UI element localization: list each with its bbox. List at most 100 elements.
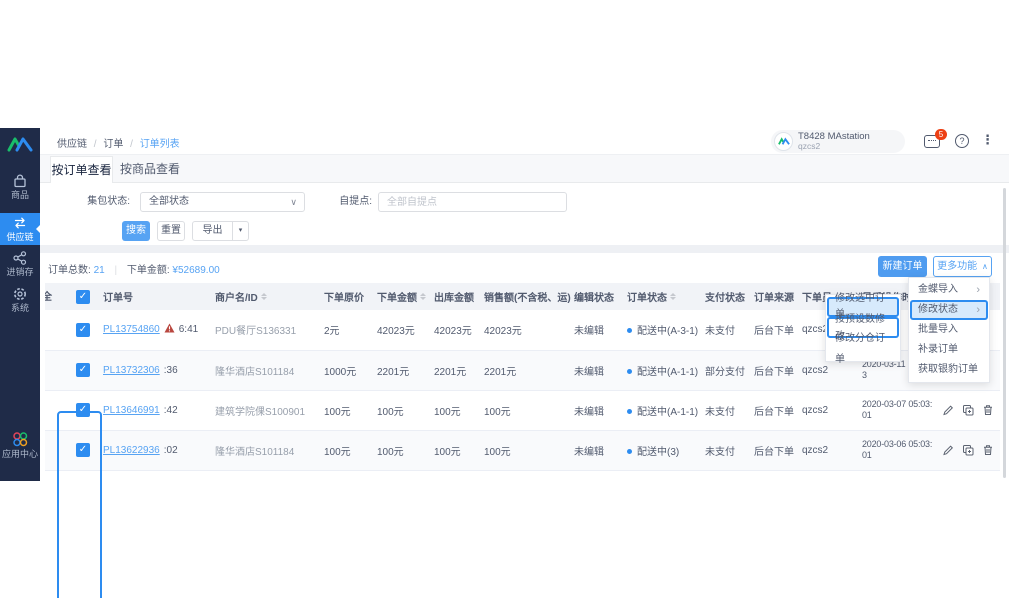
menu-item-kingdee-import[interactable]: 金蝶导入›	[909, 280, 989, 300]
package-status-select[interactable]: 全部状态 ∨	[140, 192, 305, 212]
merchant-cell: PDU餐厅S136331	[213, 310, 322, 350]
delete-icon[interactable]	[982, 444, 994, 456]
section-divider	[40, 245, 1009, 253]
supply-chain-icon	[0, 215, 40, 231]
order-time-fragment: :36	[164, 365, 178, 376]
col-edit-status: 编辑状态	[572, 283, 625, 310]
sales-cell: 2201元	[482, 350, 572, 390]
sidebar-item-label: 商品	[0, 190, 40, 201]
menu-item-batch-import[interactable]: 批量导入	[909, 320, 989, 340]
col-source: 订单来源	[752, 283, 800, 310]
chevron-down-icon: ∨	[290, 193, 297, 211]
col-order-amount[interactable]: 下单金额	[375, 283, 432, 310]
order-number-link[interactable]: PL13754860	[103, 324, 160, 335]
table-row: PL13622936 :02 隆华酒店S101184 100元 100元 100…	[45, 430, 1000, 470]
submenu-arrow-icon: ›	[976, 280, 980, 300]
summary-divider: |	[114, 265, 117, 276]
order-status-cell: 配送中(3)	[625, 430, 703, 470]
more-functions-button[interactable]: 更多功能 ∧	[933, 256, 992, 277]
page: 商品 供应链 进销存	[0, 0, 1009, 598]
edit-status-cell: 未编辑	[572, 430, 625, 470]
row-checkbox[interactable]	[76, 403, 90, 417]
sidebar-item-label: 应用中心	[0, 449, 40, 460]
copy-order-icon[interactable]	[962, 404, 974, 416]
order-amount-cell: 100元	[375, 430, 432, 470]
more-options-icon[interactable]: ⋮	[981, 132, 994, 148]
sidebar-item-goods[interactable]: 商品	[0, 173, 40, 201]
out-amount-cell: 2201元	[432, 350, 482, 390]
sales-cell: 42023元	[482, 310, 572, 350]
more-functions-label: 更多功能	[937, 261, 977, 272]
breadcrumb-supply-chain[interactable]: 供应链	[57, 139, 87, 150]
menu-item-supplement-order[interactable]: 补录订单	[909, 340, 989, 360]
status-dot-icon	[627, 409, 632, 414]
status-dot-icon	[627, 328, 632, 333]
app-center-icon	[0, 430, 40, 448]
sidebar-item-supply-chain[interactable]: 供应链	[0, 213, 40, 245]
order-number-link[interactable]: PL13622936	[103, 445, 160, 456]
user-account[interactable]: T8428 MAstation qzcs2	[771, 130, 905, 153]
pickup-point-label: 自提点:	[328, 192, 372, 212]
help-icon[interactable]: ?	[955, 134, 969, 148]
edit-status-cell: 未编辑	[572, 390, 625, 430]
source-cell: 后台下单	[752, 310, 800, 350]
tab-bar: 按订单查看 按商品查看	[40, 155, 1009, 183]
sales-cell: 100元	[482, 430, 572, 470]
out-amount-cell: 100元	[432, 390, 482, 430]
select-all-checkbox[interactable]	[76, 290, 90, 304]
summary-bar: 订单总数: 21 | 下单金额: ¥52689.00	[48, 261, 220, 276]
sort-icon[interactable]	[261, 293, 267, 301]
submenu-item-modify-split-warehouse-order[interactable]: 修改分仓订单	[826, 338, 900, 359]
user-subname: qzcs2	[798, 142, 870, 151]
app-logo-icon[interactable]	[7, 135, 33, 158]
export-caret-icon[interactable]: ▾	[232, 222, 248, 240]
copy-order-icon[interactable]	[962, 444, 974, 456]
status-dot-icon	[627, 449, 632, 454]
delete-icon[interactable]	[982, 404, 994, 416]
topbar: 供应链 / 订单 / 订单列表 T8428 MAstation qzcs2	[40, 128, 1009, 155]
source-cell: 后台下单	[752, 390, 800, 430]
breadcrumb-orders[interactable]: 订单	[103, 139, 123, 150]
order-count-label: 订单总数:	[48, 265, 91, 276]
order-amount-label: 下单金额:	[127, 265, 170, 276]
edit-icon[interactable]	[942, 404, 954, 416]
col-merchant[interactable]: 商户名/ID	[213, 283, 322, 310]
tab-by-order[interactable]: 按订单查看	[50, 156, 113, 183]
col-order-status[interactable]: 订单状态	[625, 283, 703, 310]
breadcrumb-separator: /	[94, 139, 97, 150]
operator-cell: qzcs2	[800, 390, 860, 430]
export-button[interactable]: 导出	[193, 222, 232, 240]
tab-by-product[interactable]: 按商品查看	[118, 156, 182, 183]
orig-price-cell: 100元	[322, 390, 375, 430]
menu-item-modify-status[interactable]: 修改状态›	[910, 300, 988, 320]
row-checkbox[interactable]	[76, 363, 90, 377]
order-number-link[interactable]: PL13646991	[103, 405, 160, 416]
row-checkbox[interactable]	[76, 443, 90, 457]
vertical-scrollbar[interactable]	[1003, 188, 1006, 478]
bag-icon	[0, 173, 40, 189]
row-checkbox[interactable]	[76, 323, 90, 337]
order-status-cell: 配送中(A-3-1)	[625, 310, 703, 350]
sidebar-item-inventory[interactable]: 进销存	[0, 250, 40, 278]
sort-icon[interactable]	[420, 293, 426, 301]
order-status-cell: 配送中(A-1-1)	[625, 350, 703, 390]
pickup-point-input[interactable]	[378, 192, 567, 212]
pay-status-cell: 未支付	[703, 430, 752, 470]
sidebar-item-system[interactable]: 系统	[0, 286, 40, 314]
out-amount-cell: 100元	[432, 430, 482, 470]
sidebar-item-app-center[interactable]: 应用中心	[0, 430, 40, 460]
sidebar-item-label: 系统	[0, 303, 40, 314]
new-order-button[interactable]: 新建订单	[878, 256, 927, 277]
menu-item-fetch-yinbao-orders[interactable]: 获取银豹订单	[909, 360, 989, 380]
order-status-cell: 配送中(A-1-1)	[625, 390, 703, 430]
sales-cell: 100元	[482, 390, 572, 430]
notification-badge: 5	[935, 129, 947, 140]
package-status-label: 集包状态:	[70, 192, 130, 212]
edit-icon[interactable]	[942, 444, 954, 456]
orig-price-cell: 2元	[322, 310, 375, 350]
search-button[interactable]: 搜索	[122, 221, 150, 241]
reset-button[interactable]: 重置	[157, 221, 185, 241]
order-number-link[interactable]: PL13732306	[103, 365, 160, 376]
operator-cell: qzcs2	[800, 430, 860, 470]
sort-icon[interactable]	[670, 293, 676, 301]
